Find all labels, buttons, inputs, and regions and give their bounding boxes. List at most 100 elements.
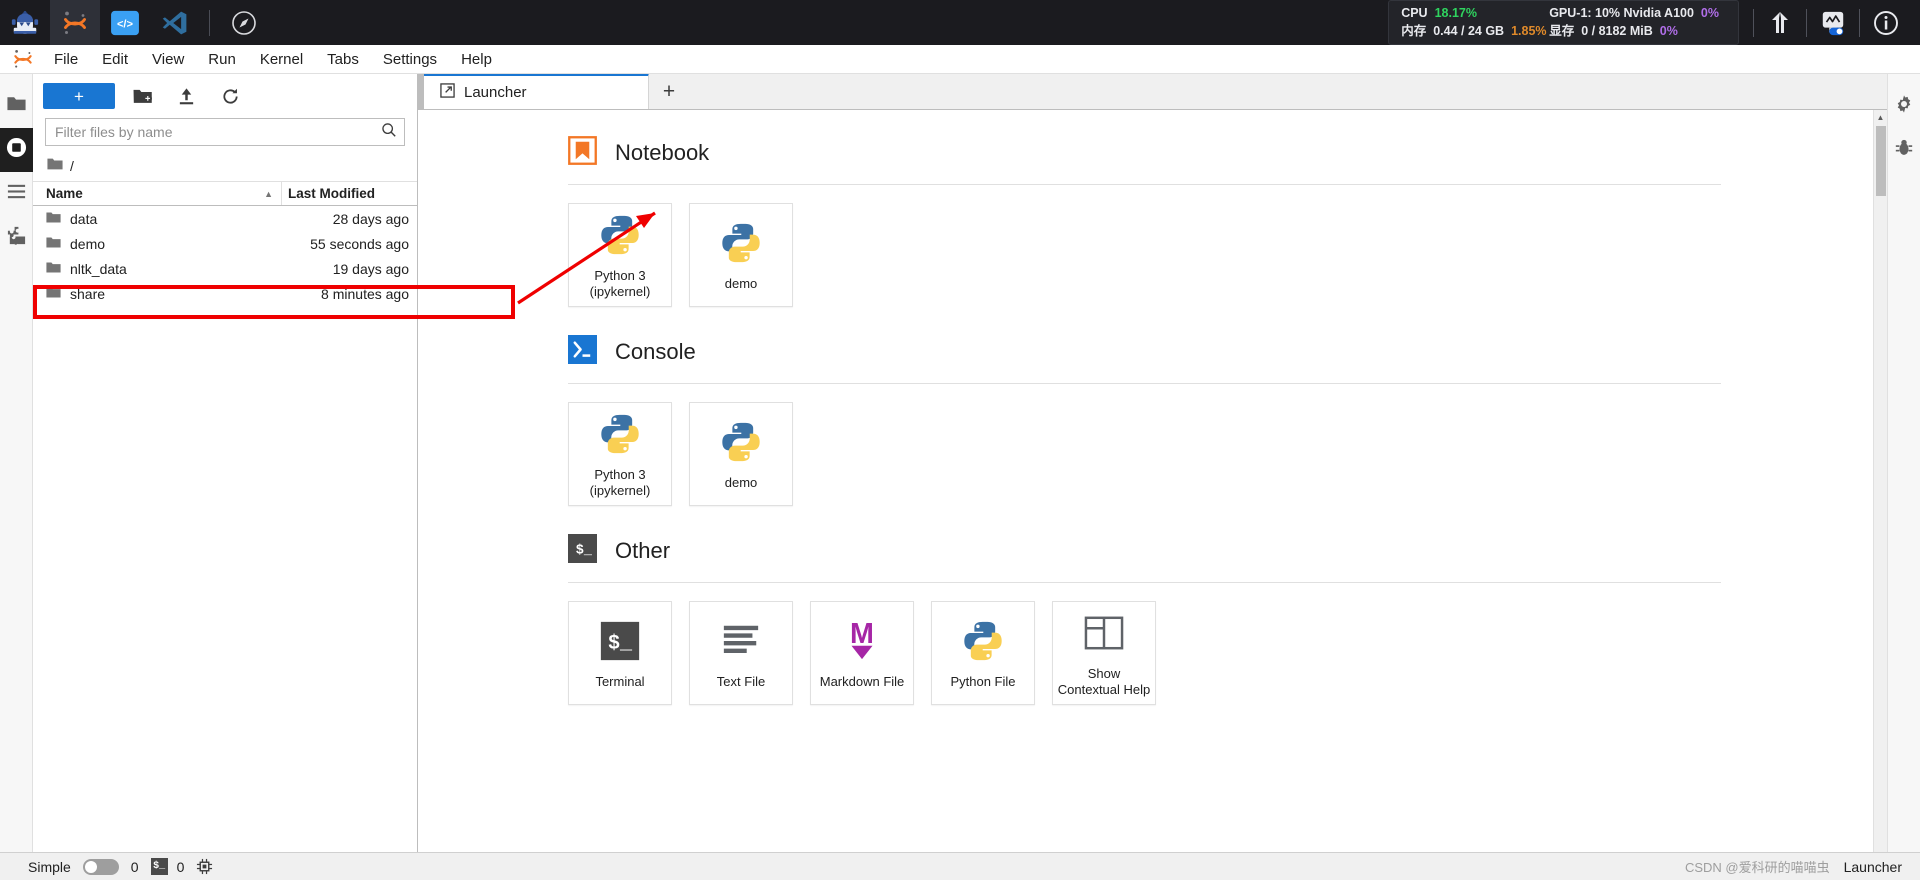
folder-icon (46, 211, 61, 227)
svg-text:</>: </> (117, 18, 134, 30)
launcher-content: Notebook Python 3 (ipykernel) demo Conso… (418, 110, 1873, 852)
launcher-card-python3-console[interactable]: Python 3 (ipykernel) (568, 402, 672, 506)
section-divider (568, 383, 1721, 384)
upload-icon[interactable] (169, 82, 203, 110)
menu-item-file[interactable]: File (42, 47, 90, 72)
new-launcher-button[interactable]: + (43, 83, 115, 109)
bug-icon (1894, 138, 1914, 163)
compass-icon[interactable] (219, 0, 269, 45)
table-row[interactable]: nltk_data 19 days ago (33, 256, 417, 281)
table-row[interactable]: demo 55 seconds ago (33, 231, 417, 256)
section-title: Other (615, 538, 671, 563)
python-icon (597, 409, 643, 460)
scroll-up-arrow-icon[interactable]: ▲ (1874, 110, 1887, 124)
new-tab-button[interactable]: + (653, 78, 685, 106)
file-browser-panel: + Filter files by name / Name ▲ Last Mod… (33, 74, 418, 852)
terminal-status[interactable]: $_ 0 (150, 858, 184, 875)
chip-icon[interactable] (196, 858, 213, 875)
code-server-icon[interactable]: </> (100, 0, 150, 45)
simple-mode-toggle[interactable] (82, 858, 119, 875)
refresh-icon[interactable] (213, 82, 247, 110)
launcher-card-python3-notebook[interactable]: Python 3 (ipykernel) (568, 203, 672, 307)
table-row[interactable]: share 8 minutes ago (33, 281, 417, 306)
folder-icon (47, 157, 63, 174)
launcher-section-notebook: Notebook Python 3 (ipykernel) demo (418, 136, 1873, 307)
vram-value: 0 / 8182 MiB (1581, 24, 1653, 38)
file-modified-cell: 8 minutes ago (321, 285, 409, 302)
column-header-name-label: Name (46, 186, 83, 201)
memory-label: 内存 (1401, 24, 1427, 38)
breadcrumb[interactable]: / (33, 154, 417, 181)
launcher-card-demo-console[interactable]: demo (689, 402, 793, 506)
table-row[interactable]: data 28 days ago (33, 206, 417, 231)
main-dock-area: Launcher + Notebook Python 3 (ipykernel)… (418, 73, 1887, 852)
search-input[interactable] (55, 124, 381, 140)
watermark: CSDN @爱科研的喵喵虫 (1684, 860, 1830, 875)
main-body: + Filter files by name / Name ▲ Last Mod… (0, 73, 1920, 852)
resource-row-cpu-gpu: CPU 18.17% GPU-1: 10% Nvidia A100 0% (1401, 4, 1726, 22)
card-label: Python 3 (ipykernel) (589, 267, 651, 299)
launcher-card-python-file[interactable]: Python File (931, 601, 1035, 705)
launcher-panel: Notebook Python 3 (ipykernel) demo Conso… (418, 110, 1887, 852)
simple-mode-label: Simple (28, 858, 71, 875)
status-launcher-label: Launcher (1843, 858, 1902, 875)
vram-percent: 0% (1659, 24, 1678, 38)
search-input-wrapper[interactable] (45, 118, 405, 146)
notebook-bookmark-icon (568, 136, 597, 170)
jupyter-logo-icon[interactable] (50, 0, 100, 45)
sidebar-item-debugger[interactable] (1888, 128, 1920, 172)
menu-item-help[interactable]: Help (449, 47, 504, 72)
cpu-label: CPU (1401, 5, 1428, 20)
gear-icon (1894, 94, 1914, 119)
sidebar-item-running[interactable] (0, 128, 33, 172)
launcher-card-text-file[interactable]: Text File (689, 601, 793, 705)
svg-text:$_: $_ (608, 633, 633, 656)
tab-label: Launcher (464, 84, 527, 101)
section-divider (568, 582, 1721, 583)
upload-arrow-icon[interactable] (1754, 0, 1806, 45)
section-title: Console (615, 339, 696, 364)
file-list: data 28 days ago demo 55 seconds ago nlt… (33, 206, 417, 852)
scrollbar-thumb[interactable] (1876, 126, 1886, 196)
folder-icon (6, 93, 27, 119)
menu-item-kernel[interactable]: Kernel (248, 47, 315, 72)
status-bar-left: Simple 0 $_ 0 (10, 858, 213, 875)
column-header-last-modified[interactable]: Last Modified (282, 186, 417, 201)
card-label: Markdown File (819, 674, 905, 690)
launcher-card-contextual-help[interactable]: Show Contextual Help (1052, 601, 1156, 705)
toolbar-divider (209, 9, 210, 36)
new-folder-icon[interactable] (125, 82, 159, 110)
monitor-toggle-icon[interactable] (1807, 0, 1859, 45)
card-label: Python File (950, 674, 1016, 690)
text-file-icon (719, 615, 763, 667)
notebook-card-list: Python 3 (ipykernel) demo (568, 203, 1721, 307)
folder-icon (46, 286, 61, 302)
card-label: Show Contextual Help (1057, 665, 1151, 697)
menu-bar: File Edit View Run Kernel Tabs Settings … (0, 45, 1920, 74)
ai-assistant-icon[interactable] (0, 0, 50, 45)
launcher-scrollbar[interactable]: ▲ (1873, 110, 1887, 852)
sidebar-item-property-inspector[interactable] (1888, 84, 1920, 128)
menu-item-settings[interactable]: Settings (371, 47, 449, 72)
tab-launcher[interactable]: Launcher (424, 73, 649, 109)
menu-item-edit[interactable]: Edit (90, 47, 140, 72)
launcher-card-terminal[interactable]: $_ Terminal (568, 601, 672, 705)
cpu-value: 18.17% (1434, 5, 1477, 20)
sidebar-item-file-browser[interactable] (0, 84, 33, 128)
gpu-percent: 0% (1700, 5, 1719, 20)
sidebar-item-toc[interactable] (0, 172, 33, 216)
menu-item-run[interactable]: Run (196, 47, 248, 72)
info-icon[interactable] (1860, 0, 1912, 45)
menu-item-tabs[interactable]: Tabs (315, 47, 371, 72)
card-label: Python 3 (ipykernel) (589, 466, 651, 498)
vram-usage: 显存 0 / 8182 MiB 0% (1549, 22, 1685, 40)
sidebar-item-extensions[interactable] (0, 216, 33, 260)
status-bar-right: CSDN @爱科研的喵喵虫 Launcher (1685, 857, 1910, 876)
launcher-card-demo-notebook[interactable]: demo (689, 203, 793, 307)
kernel-status[interactable]: 0 (131, 859, 139, 875)
vscode-icon[interactable] (150, 0, 200, 45)
menu-item-view[interactable]: View (140, 47, 196, 72)
launcher-card-markdown-file[interactable]: M Markdown File (810, 601, 914, 705)
file-list-header: Name ▲ Last Modified (33, 181, 417, 206)
column-header-name[interactable]: Name ▲ (33, 182, 282, 205)
